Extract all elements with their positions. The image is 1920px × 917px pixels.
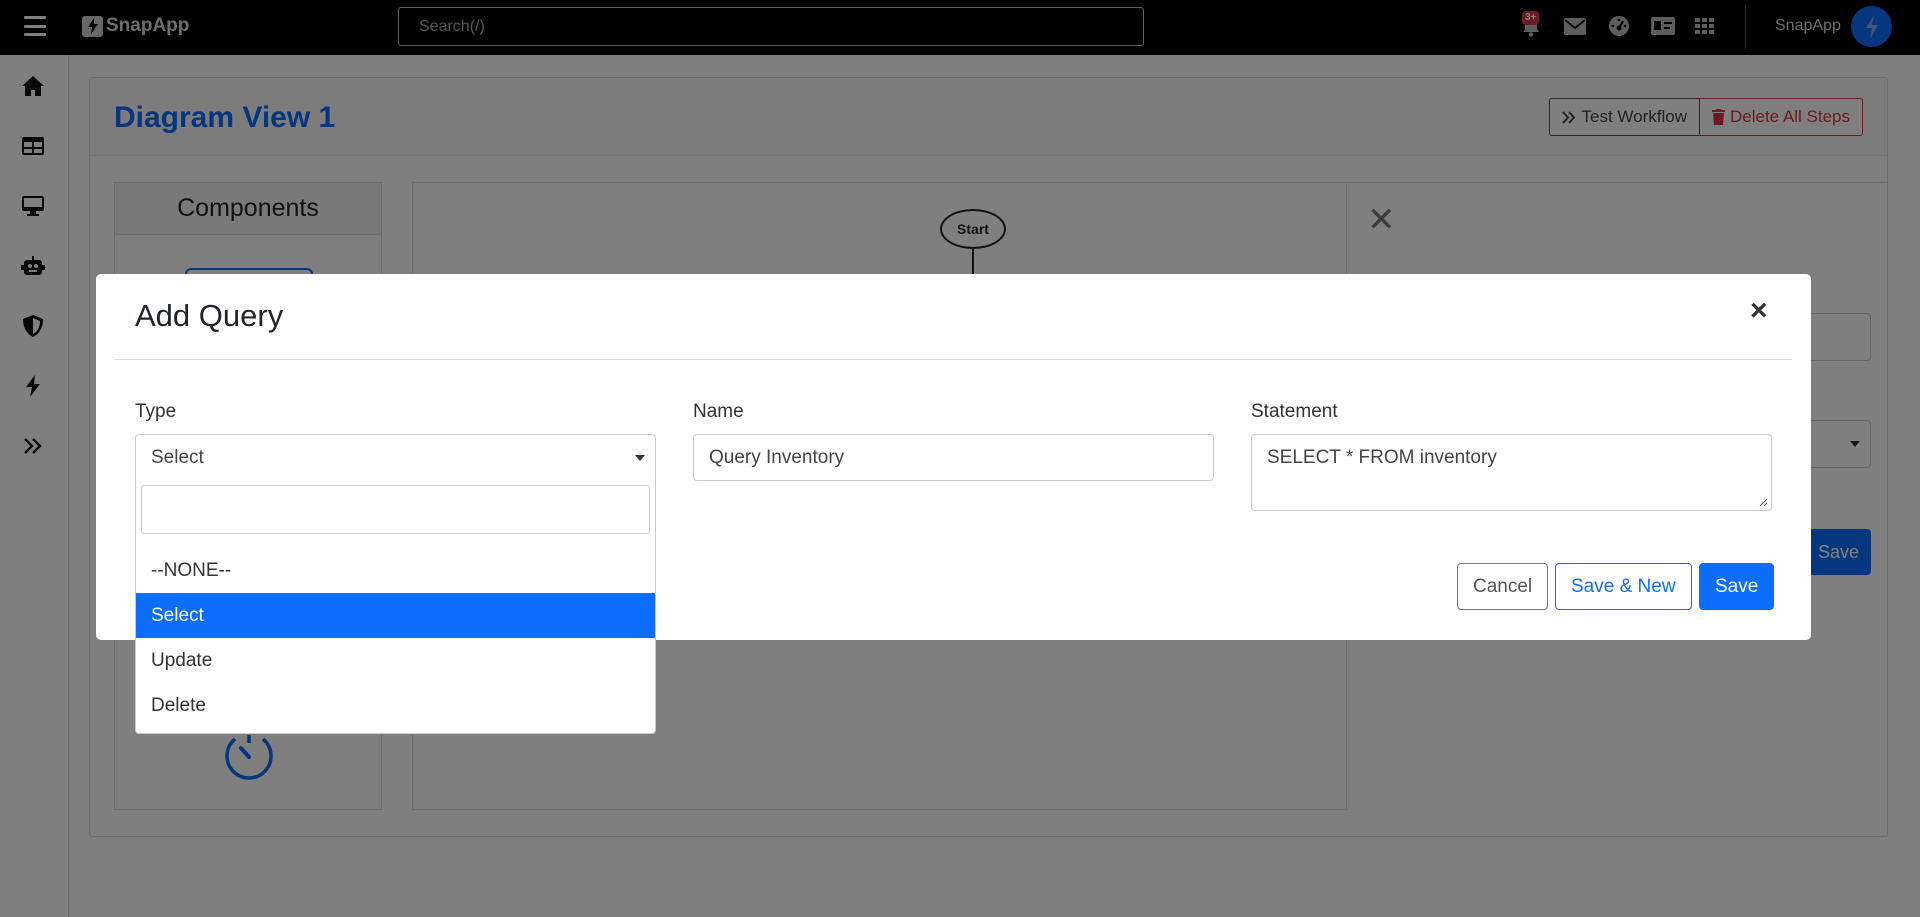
resize-grip-icon[interactable] xyxy=(1759,498,1768,507)
name-input-value: Query Inventory xyxy=(709,446,845,468)
dropdown-search-input[interactable] xyxy=(141,485,650,534)
dropdown-option-select[interactable]: Select xyxy=(136,593,655,638)
dropdown-option-update[interactable]: Update xyxy=(136,638,655,683)
modal-title: Add Query xyxy=(135,298,284,333)
save-and-new-button[interactable]: Save & New xyxy=(1555,563,1692,610)
close-icon[interactable]: × xyxy=(1750,296,1768,326)
save-new-label: Save & New xyxy=(1571,575,1676,597)
save-button[interactable]: Save xyxy=(1699,563,1775,610)
name-input[interactable]: Query Inventory xyxy=(693,434,1214,481)
caret-down-icon xyxy=(635,455,645,461)
statement-label: Statement xyxy=(1251,401,1338,422)
statement-textarea[interactable]: SELECT * FROM inventory xyxy=(1251,434,1772,511)
dropdown-option-delete[interactable]: Delete xyxy=(136,683,655,728)
type-select-value: Select xyxy=(151,446,204,468)
dropdown-option-none[interactable]: --NONE-- xyxy=(136,548,655,593)
name-label: Name xyxy=(693,401,744,422)
cancel-button[interactable]: Cancel xyxy=(1457,563,1549,610)
cancel-label: Cancel xyxy=(1473,575,1533,597)
modal-divider xyxy=(114,359,1792,360)
statement-value: SELECT * FROM inventory xyxy=(1267,447,1497,468)
type-label: Type xyxy=(135,401,177,422)
type-dropdown: --NONE-- Select Update Delete xyxy=(135,480,656,734)
save-label: Save xyxy=(1715,575,1759,597)
type-select[interactable]: Select xyxy=(135,434,656,481)
